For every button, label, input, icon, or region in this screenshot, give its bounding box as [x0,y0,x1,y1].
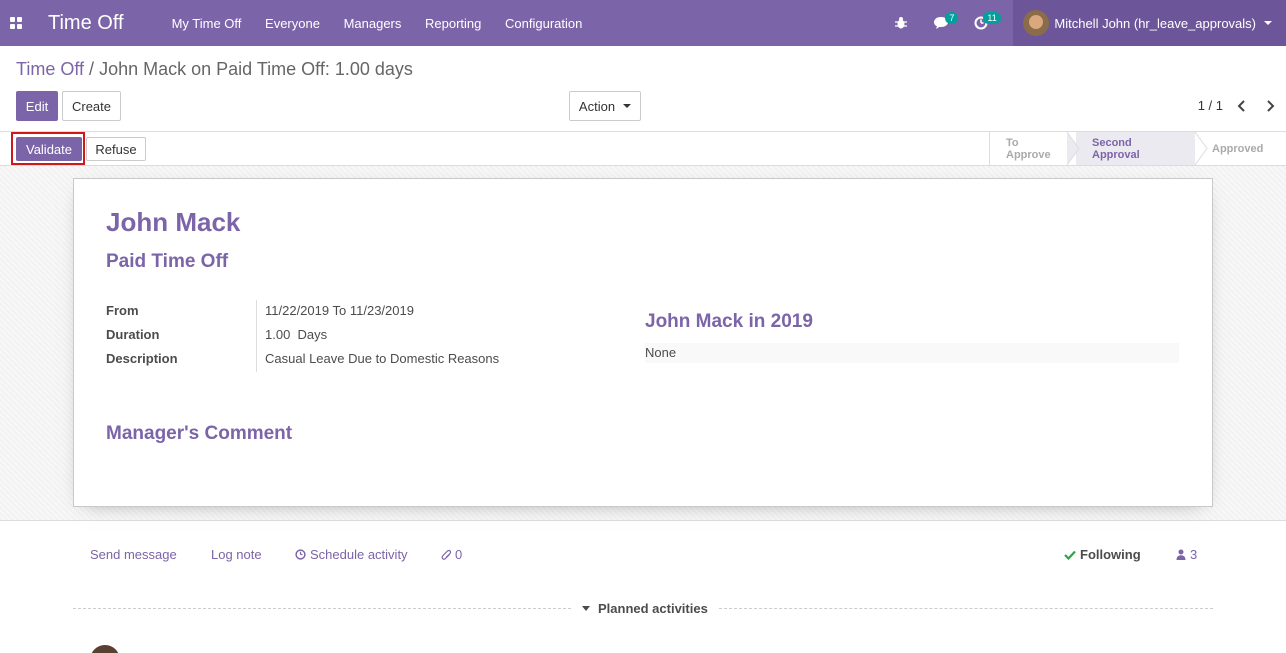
activities-clock-icon[interactable]: 11 [961,0,1001,46]
messages-icon[interactable]: 7 [921,0,961,46]
apps-menu-icon[interactable] [0,0,32,46]
menu-managers[interactable]: Managers [344,16,402,31]
from-date: 11/22/2019 [265,303,330,318]
attachments-button[interactable]: 0 [441,547,462,562]
duration-label: Duration [106,327,160,342]
action-dropdown[interactable]: Action [569,91,641,121]
user-name: Mitchell John (hr_leave_approvals) [1054,15,1256,31]
caret-down-icon [582,606,590,611]
log-note-button[interactable]: Log note [211,547,262,562]
following-label: Following [1080,547,1141,562]
pager-next-icon[interactable] [1260,96,1280,116]
send-message-button[interactable]: Send message [90,547,177,562]
activities-count-badge: 11 [983,12,1001,24]
stage-arrow-icon [1195,132,1208,165]
to-label: To [332,303,347,318]
stage-pipeline: To Approve Second Approval Approved [989,132,1286,165]
breadcrumb: Time Off / John Mack on Paid Time Off: 1… [16,59,413,80]
breadcrumb-separator: / [89,59,95,79]
statusbar: Validate Refuse To Approve Second Approv… [0,131,1286,166]
user-icon [1176,549,1186,560]
breadcrumb-current: John Mack on Paid Time Off: 1.00 days [99,59,413,79]
create-button[interactable]: Create [62,91,121,121]
date-range-value: 11/22/2019 To 11/23/2019 [265,303,414,318]
schedule-activity-label: Schedule activity [310,547,408,562]
stage-to-approve[interactable]: To Approve [989,132,1076,165]
debug-bug-icon[interactable] [881,0,921,46]
attachments-count: 0 [455,547,463,562]
duration-value-field: 1.00 Days [265,327,327,342]
messages-count-badge: 7 [945,12,959,24]
paperclip-icon [441,549,452,560]
planned-activities-label: Planned activities [598,601,708,616]
to-date: 11/23/2019 [349,303,414,318]
divider [73,608,571,609]
pager-value[interactable]: 1 / 1 [1198,98,1223,113]
duration-unit: Days [297,327,328,342]
field-divider [256,300,257,372]
pager-previous-icon[interactable] [1232,96,1252,116]
stage-approved[interactable]: Approved [1196,132,1286,165]
menu-everyone[interactable]: Everyone [265,16,320,31]
leave-type: Paid Time Off [106,251,229,272]
divider [719,608,1213,609]
top-navbar: Time Off My Time Off Everyone Managers R… [0,0,1286,46]
activity-avatar [90,645,120,653]
menu-my-time-off[interactable]: My Time Off [172,16,242,31]
action-label: Action [578,98,616,114]
app-title: Time Off [48,11,124,34]
validate-button[interactable]: Validate [16,137,82,161]
menu-configuration[interactable]: Configuration [505,16,582,31]
schedule-activity-button[interactable]: Schedule activity [295,547,408,562]
refuse-button[interactable]: Refuse [86,137,146,161]
check-icon [1064,550,1076,560]
user-avatar [1023,10,1050,36]
employee-name: John Mack [106,207,241,237]
followers-count: 3 [1190,547,1198,562]
user-menu[interactable]: Mitchell John (hr_leave_approvals) [1013,0,1286,46]
leave-summary-value: None [645,343,1179,363]
duration-value: 1.00 [265,327,291,342]
chevron-down-icon [623,104,632,108]
edit-button[interactable]: Edit [16,91,58,121]
from-label: From [106,303,139,318]
leave-summary-title: John Mack in 2019 [645,311,813,332]
manager-comment-title: Manager's Comment [106,423,293,444]
main-menu: My Time Off Everyone Managers Reporting … [172,16,603,31]
stage-second-approval[interactable]: Second Approval [1076,132,1196,165]
planned-activities-toggle[interactable]: Planned activities [582,601,708,616]
description-value: Casual Leave Due to Domestic Reasons [265,351,500,366]
stage-arrow-icon [1067,132,1080,165]
clock-icon [295,549,306,560]
following-button[interactable]: Following [1064,547,1141,562]
followers-button[interactable]: 3 [1176,547,1197,562]
menu-reporting[interactable]: Reporting [425,16,481,31]
breadcrumb-time-off-link[interactable]: Time Off [16,59,84,79]
description-label: Description [106,351,178,366]
chevron-down-icon [1264,21,1272,25]
